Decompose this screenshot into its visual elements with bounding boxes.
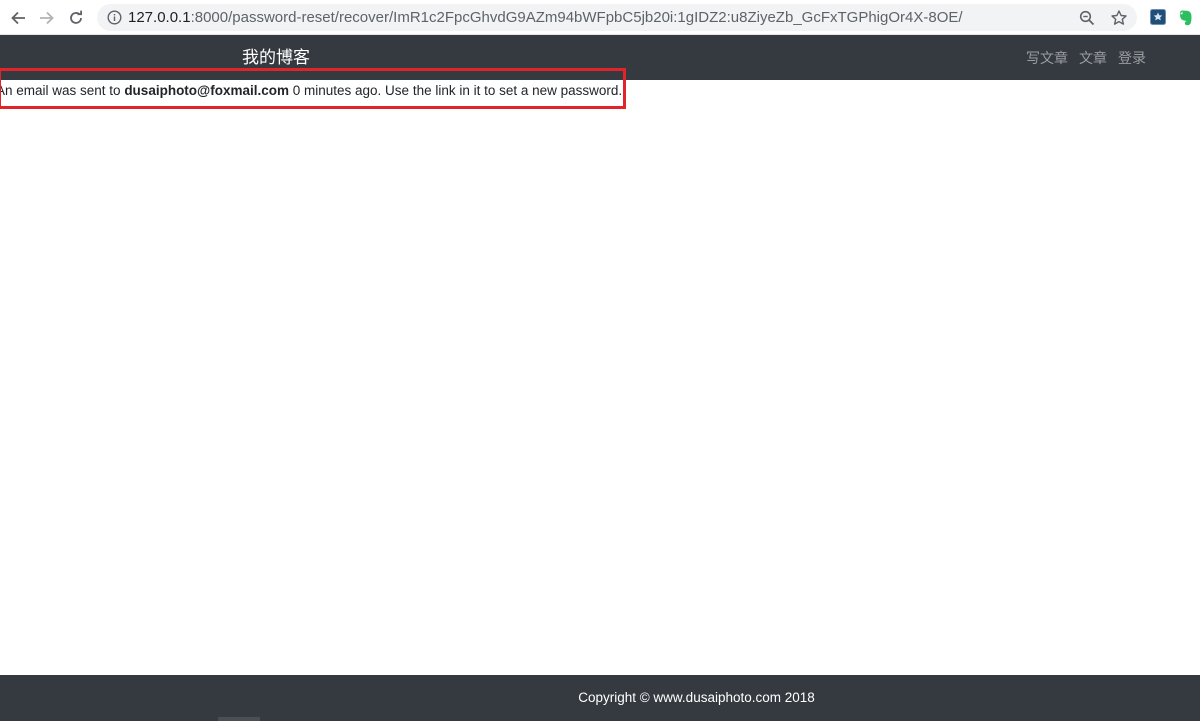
zoom-icon[interactable]: [1078, 9, 1096, 27]
nav-link-login[interactable]: 登录: [1118, 49, 1146, 67]
back-arrow-icon[interactable]: [7, 7, 29, 29]
forward-arrow-icon[interactable]: [36, 7, 58, 29]
info-icon[interactable]: [107, 10, 122, 25]
address-bar[interactable]: 127.0.0.1:8000/password-reset/recover/Im…: [97, 4, 1137, 31]
highlight-box: [0, 68, 626, 109]
nav-link-articles[interactable]: 文章: [1079, 49, 1107, 67]
url-text[interactable]: 127.0.0.1:8000/password-reset/recover/Im…: [128, 8, 963, 27]
site-brand[interactable]: 我的博客: [242, 48, 310, 68]
extension-icon[interactable]: [1150, 9, 1166, 25]
nav-link-write-article[interactable]: 写文章: [1026, 49, 1068, 67]
url-path: :8000/password-reset/recover/ImR1c2FpcGh…: [190, 9, 963, 26]
bookmark-star-icon[interactable]: [1110, 9, 1128, 27]
reload-icon[interactable]: [65, 7, 87, 29]
horizontal-scrollbar[interactable]: [218, 717, 260, 721]
browser-toolbar: 127.0.0.1:8000/password-reset/recover/Im…: [0, 0, 1200, 35]
copyright-text: Copyright © www.dusaiphoto.com 2018: [578, 690, 815, 705]
site-footer: Copyright © www.dusaiphoto.com 2018: [0, 675, 1200, 721]
evernote-icon[interactable]: [1178, 9, 1194, 26]
url-host: 127.0.0.1: [128, 9, 191, 26]
